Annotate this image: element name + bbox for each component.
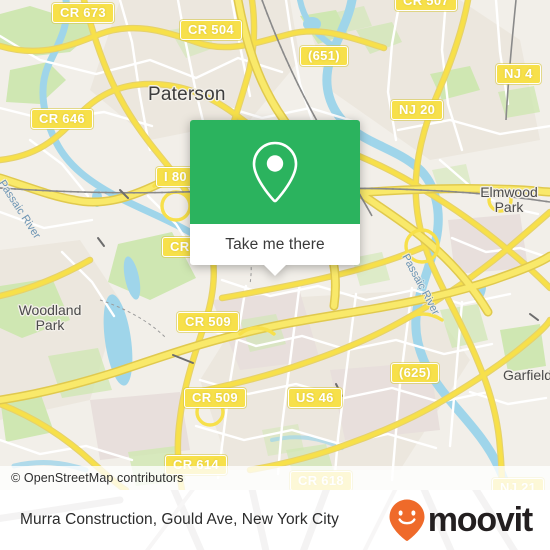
popup-pointer-tail: [264, 265, 286, 276]
map-canvas[interactable]: Paterson Elmwood Park Woodland Park Garfie…: [0, 0, 550, 490]
road-shield-625[interactable]: (625): [391, 363, 439, 383]
road-shield-cr-509-south[interactable]: CR 509: [184, 388, 246, 408]
road-shield-cr-509-north[interactable]: CR 509: [177, 312, 239, 332]
road-shield-651[interactable]: (651): [300, 46, 348, 66]
location-pin-icon: [252, 141, 298, 203]
moovit-wordmark: moovit: [427, 501, 533, 539]
take-me-there-button[interactable]: Take me there: [190, 224, 360, 276]
footer-bar: Murra Construction, Gould Ave, New York …: [0, 490, 550, 550]
road-shield-cr-504[interactable]: CR 504: [180, 20, 242, 40]
openstreetmap-attribution[interactable]: © OpenStreetMap contributors: [0, 471, 184, 485]
moovit-map-screenshot: Paterson Elmwood Park Woodland Park Garfie…: [0, 0, 550, 550]
moovit-brand-logo[interactable]: moovit: [387, 498, 550, 542]
take-me-there-label: Take me there: [225, 235, 325, 253]
moovit-pin-smiley-icon: [389, 499, 425, 541]
road-shield-nj-4[interactable]: NJ 4: [496, 64, 541, 84]
page-title: Murra Construction, Gould Ave, New York …: [20, 511, 339, 528]
road-shield-cr-646[interactable]: CR 646: [31, 109, 93, 129]
road-shield-cr-507[interactable]: CR 507: [395, 0, 457, 11]
road-shield-nj-20[interactable]: NJ 20: [391, 100, 444, 120]
road-shield-us-46[interactable]: US 46: [288, 388, 342, 408]
map-attribution-bar: © OpenStreetMap contributors: [0, 466, 550, 490]
location-popup-card[interactable]: Take me there: [190, 120, 360, 276]
popup-header: [190, 120, 360, 224]
road-shield-cr-673[interactable]: CR 673: [52, 3, 114, 23]
